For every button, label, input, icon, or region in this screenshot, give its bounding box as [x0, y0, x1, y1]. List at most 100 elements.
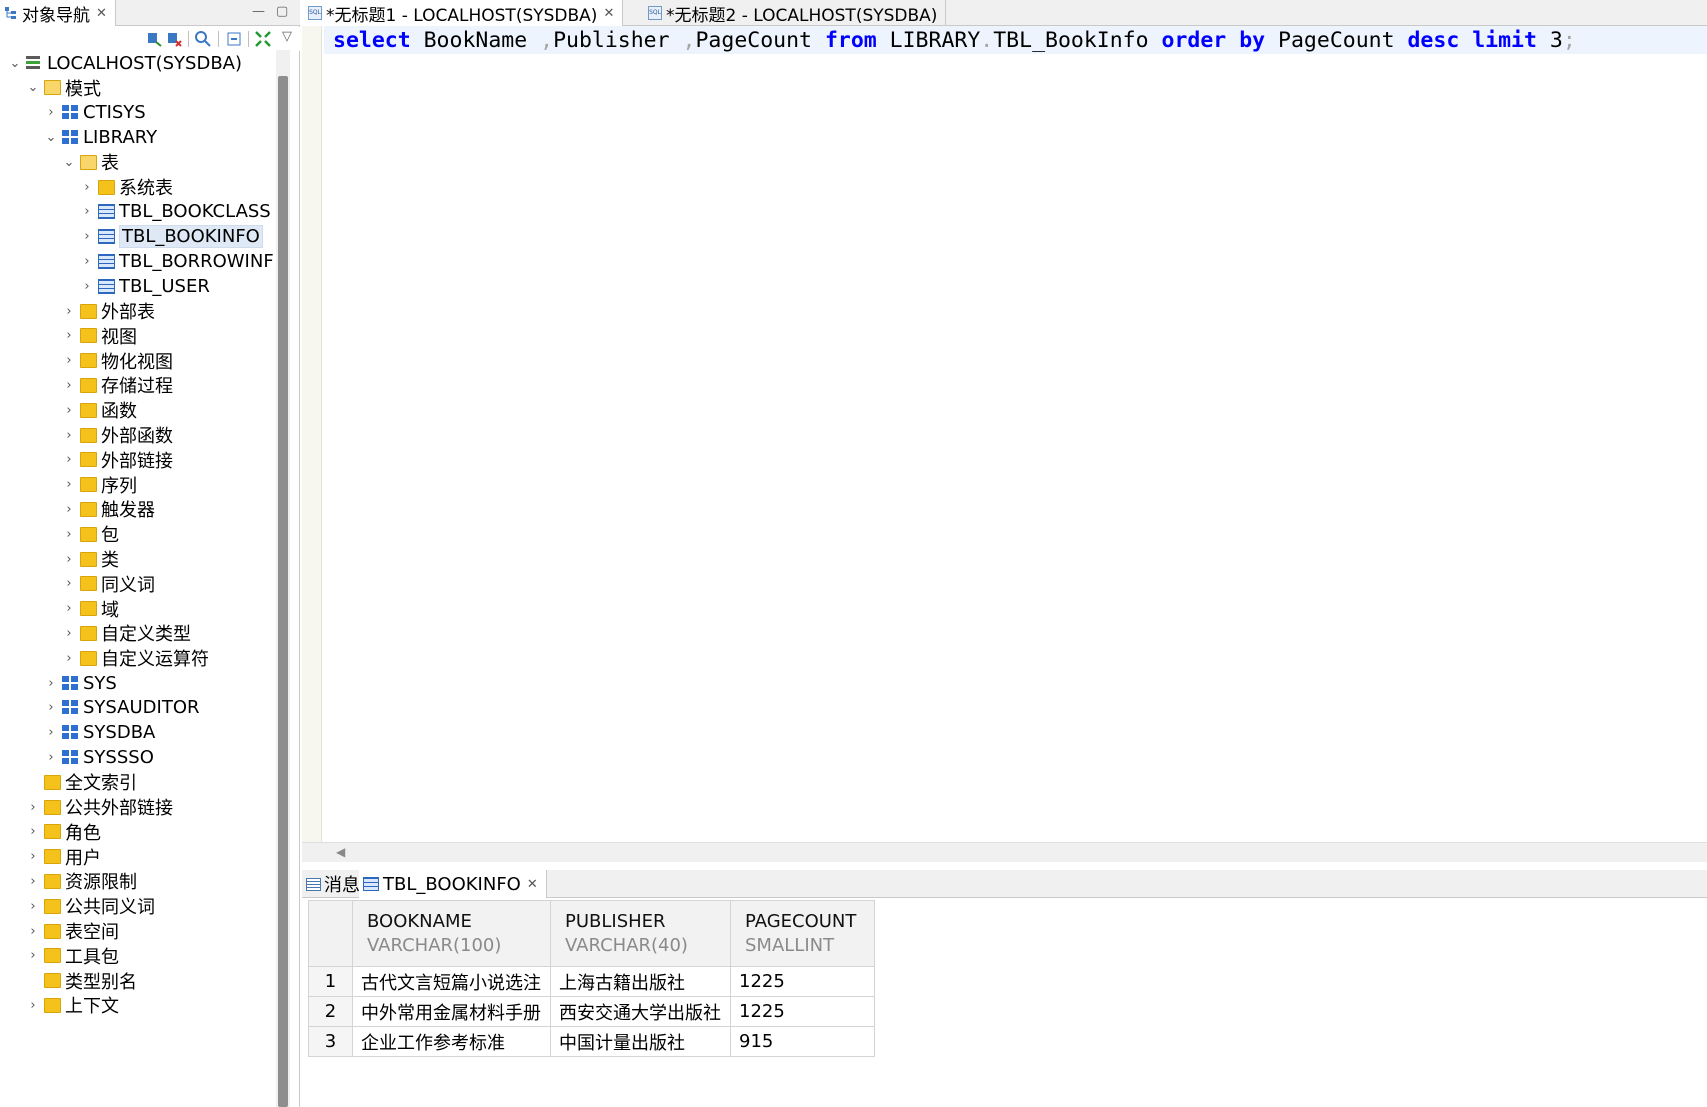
tab-tbl-bookinfo[interactable]: TBL_BOOKINFO ✕ — [359, 870, 547, 898]
expand-view-icon[interactable] — [254, 30, 272, 48]
chevron-right-icon[interactable]: › — [62, 378, 76, 393]
connect-icon[interactable] — [146, 30, 164, 48]
chevron-right-icon[interactable]: › — [62, 576, 76, 591]
row-number[interactable]: 1 — [308, 966, 353, 997]
chevron-right-icon[interactable]: › — [62, 552, 76, 567]
disconnect-icon[interactable] — [166, 30, 184, 48]
chevron-right-icon[interactable]: › — [62, 527, 76, 542]
chevron-right-icon[interactable]: › — [62, 601, 76, 616]
chevron-right-icon[interactable]: › — [62, 403, 76, 418]
collapse-all-icon[interactable] — [226, 30, 244, 48]
tree-node[interactable]: ⌄ LIBRARY — [44, 124, 158, 150]
tree-node[interactable]: ⌄ 表 — [62, 149, 119, 175]
tree-node[interactable]: › 序列 — [62, 472, 137, 498]
tree-node[interactable]: › 存储过程 — [62, 372, 173, 398]
chevron-right-icon[interactable]: › — [62, 304, 76, 319]
tree-node[interactable]: › CTISYS — [44, 100, 145, 126]
chevron-right-icon[interactable]: › — [44, 750, 58, 765]
tree-node[interactable]: › 函数 — [62, 397, 137, 423]
chevron-right-icon[interactable]: › — [26, 874, 40, 889]
scrollbar-thumb[interactable] — [278, 76, 288, 1107]
tree-node[interactable]: › 外部表 — [62, 298, 155, 324]
table-cell[interactable]: 中外常用金属材料手册 — [352, 996, 551, 1027]
tree-node[interactable]: › 包 — [62, 521, 119, 547]
chevron-down-icon[interactable]: ⌄ — [8, 56, 22, 71]
chevron-right-icon[interactable]: › — [62, 477, 76, 492]
column-header-bookname[interactable]: BOOKNAME VARCHAR(100) — [352, 900, 551, 967]
tree-node[interactable]: › 表空间 — [26, 918, 119, 944]
tree-node[interactable]: › 同义词 — [62, 571, 155, 597]
tree-node[interactable]: › SYSAUDITOR — [44, 695, 199, 721]
chevron-right-icon[interactable]: › — [26, 948, 40, 963]
tree-node[interactable]: › 视图 — [62, 323, 137, 349]
tree-node[interactable]: › SYSSSO — [44, 744, 153, 770]
chevron-right-icon[interactable]: › — [62, 428, 76, 443]
tree-node[interactable]: › 外部函数 — [62, 422, 173, 448]
table-cell[interactable]: 1225 — [730, 966, 875, 997]
tree-node[interactable]: › 类 — [62, 546, 119, 572]
chevron-right-icon[interactable]: › — [62, 328, 76, 343]
tree-node[interactable]: › 系统表 — [80, 174, 173, 200]
tree-node[interactable]: › 角色 — [26, 819, 101, 845]
tree-node[interactable]: › TBL_BOOKINFO — [80, 224, 263, 250]
chevron-right-icon[interactable]: › — [26, 824, 40, 839]
tree-node[interactable]: › 触发器 — [62, 496, 155, 522]
close-icon[interactable]: ✕ — [603, 6, 614, 21]
table-cell[interactable]: 上海古籍出版社 — [550, 966, 731, 997]
chevron-right-icon[interactable]: › — [80, 180, 94, 195]
tree-node[interactable]: › 外部链接 — [62, 447, 173, 473]
chevron-right-icon[interactable]: › — [80, 204, 94, 219]
tree-node[interactable]: › TBL_USER — [80, 273, 209, 299]
chevron-right-icon[interactable]: › — [44, 700, 58, 715]
table-cell[interactable]: 915 — [730, 1026, 875, 1057]
tree-node[interactable]: › SYS — [44, 670, 116, 696]
chevron-right-icon[interactable]: › — [26, 800, 40, 815]
close-icon[interactable]: ✕ — [527, 877, 538, 892]
chevron-right-icon[interactable]: › — [80, 279, 94, 294]
tree-node[interactable]: › 公共外部链接 — [26, 794, 173, 820]
chevron-right-icon[interactable]: › — [80, 229, 94, 244]
row-number-header[interactable] — [308, 900, 353, 967]
chevron-right-icon[interactable]: › — [44, 676, 58, 691]
table-row[interactable]: 3 企业工作参考标准 中国计量出版社 915 — [308, 1026, 875, 1057]
table-row[interactable]: 1 古代文言短篇小说选注 上海古籍出版社 1225 — [308, 966, 875, 997]
minimize-icon[interactable]: — — [252, 4, 265, 19]
tree-node[interactable]: › TBL_BORROWINF — [80, 248, 273, 274]
table-cell[interactable]: 企业工作参考标准 — [352, 1026, 551, 1057]
close-icon[interactable]: ✕ — [96, 6, 107, 21]
chevron-right-icon[interactable]: › — [26, 849, 40, 864]
column-header-publisher[interactable]: PUBLISHER VARCHAR(40) — [550, 900, 731, 967]
row-number[interactable]: 2 — [308, 996, 353, 1027]
chevron-down-icon[interactable]: ⌄ — [62, 155, 76, 170]
chevron-right-icon[interactable]: › — [26, 924, 40, 939]
table-cell[interactable]: 西安交通大学出版社 — [550, 996, 731, 1027]
tree-node[interactable]: › 自定义类型 — [62, 620, 191, 646]
view-menu-icon[interactable]: ▽ — [282, 29, 292, 44]
editor-tab-2[interactable]: SQL *无标题2 - LOCALHOST(SYSDBA) — [642, 0, 947, 26]
tree-node[interactable]: › 自定义运算符 — [62, 645, 209, 671]
chevron-right-icon[interactable]: › — [62, 502, 76, 517]
scroll-left-icon[interactable]: ◀ — [336, 845, 345, 859]
navigator-tab[interactable]: 对象导航 ✕ — [0, 0, 116, 26]
editor-horizontal-scrollbar[interactable]: ◀ — [302, 842, 1707, 862]
chevron-right-icon[interactable]: › — [62, 626, 76, 641]
navigator-scrollbar[interactable] — [276, 50, 290, 1107]
tree-node[interactable]: › 物化视图 — [62, 348, 173, 374]
tree-node[interactable]: › 上下文 — [26, 992, 119, 1018]
chevron-right-icon[interactable]: › — [44, 105, 58, 120]
tree-node[interactable]: 全文索引 — [26, 769, 137, 795]
chevron-right-icon[interactable]: › — [62, 651, 76, 666]
chevron-down-icon[interactable]: ⌄ — [26, 80, 40, 95]
table-row[interactable]: 2 中外常用金属材料手册 西安交通大学出版社 1225 — [308, 996, 875, 1027]
table-cell[interactable]: 中国计量出版社 — [550, 1026, 731, 1057]
sql-statement[interactable]: select BookName ,Publisher ,PageCount fr… — [333, 28, 1576, 53]
tree-node[interactable]: › 资源限制 — [26, 868, 137, 894]
chevron-right-icon[interactable]: › — [80, 254, 94, 269]
tree-node[interactable]: 类型别名 — [26, 968, 137, 994]
table-cell[interactable]: 1225 — [730, 996, 875, 1027]
column-header-pagecount[interactable]: PAGECOUNT SMALLINT — [730, 900, 875, 967]
search-icon[interactable] — [194, 30, 212, 48]
chevron-right-icon[interactable]: › — [44, 725, 58, 740]
sql-text-area[interactable]: select BookName ,Publisher ,PageCount fr… — [324, 26, 1707, 842]
tree-root-localhost[interactable]: ⌄ LOCALHOST(SYSDBA) — [8, 50, 242, 76]
